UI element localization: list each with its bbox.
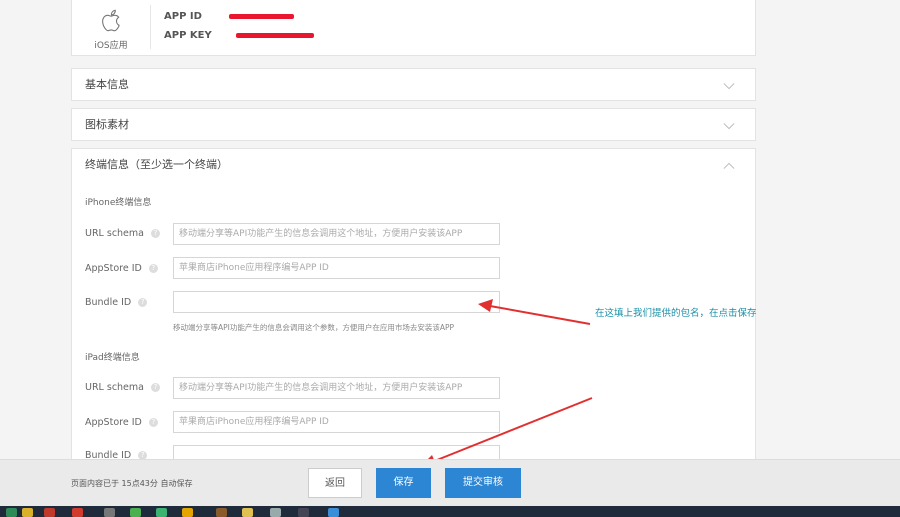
ipad-section-title: iPad终端信息 [85,353,140,363]
terminal-info-header[interactable]: 终端信息（至少选一个终端） [72,149,755,181]
start-icon[interactable] [6,508,17,517]
browser-icon[interactable] [22,508,33,517]
app-icon[interactable] [182,508,193,517]
app-icon[interactable] [44,508,55,517]
icon-assets-section[interactable]: 图标素材 [71,108,756,141]
submit-review-button[interactable]: 提交审核 [445,468,521,498]
icon-assets-header[interactable]: 图标素材 [72,109,755,141]
apple-icon [102,9,120,32]
app-icon[interactable] [156,508,167,517]
app-icon[interactable] [270,508,281,517]
chevron-up-icon[interactable] [723,160,735,172]
back-button[interactable]: 返回 [308,468,362,498]
terminal-info-title: 终端信息（至少选一个终端） [85,158,228,171]
help-icon[interactable]: ? [138,298,148,307]
app-info-card: iOS应用 APP ID APP KEY [71,0,756,56]
basic-info-header[interactable]: 基本信息 [72,69,755,101]
folder-icon[interactable] [242,508,253,517]
help-icon[interactable]: ? [148,264,158,273]
chevron-down-icon[interactable] [723,120,735,132]
help-icon[interactable]: ? [148,418,158,427]
help-icon[interactable]: ? [150,383,160,392]
divider [150,5,151,49]
icon-assets-title: 图标素材 [85,118,129,131]
annotation-text: 在这填上我们提供的包名，在点击保存 [595,308,757,319]
platform-box: iOS应用 [72,0,150,55]
app-id-redacted-value [229,14,294,19]
autosave-status: 页面内容已于 15点43分 自动保存 [71,479,193,488]
ipad-appstore-id-label: AppStore ID? [85,417,158,428]
bottom-action-bar: 页面内容已于 15点43分 自动保存 返回 保存 提交审核 [0,459,900,506]
ipad-appstore-id-input[interactable]: 苹果商店iPhone应用程序编号APP ID [173,411,500,433]
iphone-appstore-id-label: AppStore ID? [85,263,158,274]
app-icon[interactable] [72,508,83,517]
basic-info-title: 基本信息 [85,78,129,91]
iphone-url-scheme-input[interactable]: 移动端分享等API功能产生的信息会调用这个地址，方便用户安装该APP [173,223,500,245]
iphone-section-title: iPhone终端信息 [85,198,152,208]
ipad-url-scheme-label: URL schema? [85,382,160,393]
app-icon[interactable] [104,508,115,517]
help-icon[interactable]: ? [150,229,160,238]
app-key-label: APP KEY [164,30,212,41]
iphone-bundle-id-hint: 移动端分享等API功能产生的信息会调用这个参数，方便用户在应用市场去安装该APP [173,323,455,332]
save-button[interactable]: 保存 [376,468,431,498]
iphone-bundle-id-label: Bundle ID? [85,297,148,308]
app-icon[interactable] [298,508,309,517]
app-icon[interactable] [130,508,141,517]
basic-info-section[interactable]: 基本信息 [71,68,756,101]
app-id-label: APP ID [164,11,202,22]
platform-label: iOS应用 [94,41,128,51]
chevron-down-icon[interactable] [723,80,735,92]
iphone-appstore-id-input[interactable]: 苹果商店iPhone应用程序编号APP ID [173,257,500,279]
app-icon[interactable] [216,508,227,517]
os-taskbar [0,506,900,517]
app-key-redacted-value [236,33,314,38]
iphone-bundle-id-input[interactable] [173,291,500,313]
app-icon[interactable] [328,508,339,517]
iphone-url-scheme-label: URL schema? [85,228,160,239]
ipad-url-scheme-input[interactable]: 移动端分享等API功能产生的信息会调用这个地址，方便用户安装该APP [173,377,500,399]
